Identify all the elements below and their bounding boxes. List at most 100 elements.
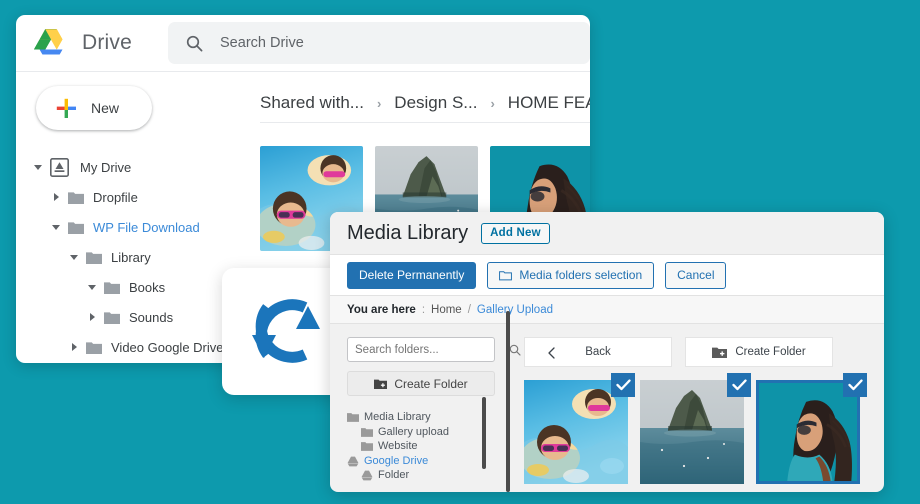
media-tree-item-label: Folder bbox=[378, 469, 410, 482]
create-folder-button-left[interactable]: Create Folder bbox=[347, 371, 495, 396]
drive-brand-label: Drive bbox=[82, 31, 133, 54]
search-folders-field[interactable] bbox=[347, 337, 521, 362]
media-tree-item-label: Website bbox=[378, 440, 418, 453]
folder-icon bbox=[347, 412, 359, 423]
back-button-label: Back bbox=[585, 346, 611, 358]
media-tree-item[interactable]: Folder bbox=[347, 468, 515, 483]
new-button-label: New bbox=[91, 100, 120, 116]
button-label: Delete Permanently bbox=[359, 268, 465, 282]
plus-icon bbox=[56, 98, 77, 119]
cancel-button[interactable]: Cancel bbox=[665, 261, 727, 289]
media-tree-item[interactable]: Google Drive bbox=[347, 454, 515, 469]
drive-search-bar[interactable]: Search Drive bbox=[168, 22, 590, 64]
media-library-toolbar: Delete Permanently Media folders selectio… bbox=[330, 254, 884, 296]
you-are-here-crumb[interactable]: Gallery Upload bbox=[477, 304, 553, 316]
google-drive-icon bbox=[361, 470, 373, 481]
chevron-down-icon[interactable] bbox=[68, 251, 80, 263]
search-folders-input[interactable] bbox=[355, 343, 509, 356]
folder-icon bbox=[68, 191, 84, 204]
breadcrumb-item[interactable]: Design S... bbox=[394, 93, 477, 113]
folder-icon bbox=[86, 251, 102, 264]
checkmark-icon[interactable] bbox=[611, 373, 635, 397]
drive-folder-tree: My Drive Dropfile WP File Download Library B… bbox=[16, 152, 248, 362]
folder-plus-icon bbox=[374, 378, 388, 389]
checkmark-icon[interactable] bbox=[843, 373, 867, 397]
media-tree-item-label: Google Drive bbox=[364, 454, 429, 467]
drive-tree-item-label: Library bbox=[111, 249, 151, 265]
chevron-down-icon[interactable] bbox=[50, 221, 62, 233]
media-library-right-panel: Back Create Folder bbox=[506, 311, 884, 492]
breadcrumb: Shared with... › Design S... › HOME FEA bbox=[260, 72, 590, 122]
drive-tree-item[interactable]: Books bbox=[16, 272, 248, 302]
crumb-separator: / bbox=[467, 303, 471, 316]
media-library-window: Media Library Add New Delete Permanently… bbox=[330, 212, 884, 492]
google-drive-logo bbox=[34, 28, 68, 58]
drive-tree-item[interactable]: My Drive bbox=[16, 152, 248, 182]
chevron-right-icon[interactable] bbox=[86, 311, 98, 323]
you-are-here-crumbs: Home / Gallery Upload bbox=[431, 304, 553, 316]
media-library-content: Create Folder Media LibraryGallery uploa… bbox=[330, 311, 884, 492]
you-are-here-label: You are here bbox=[347, 303, 416, 316]
drive-tree-item-label: WP File Download bbox=[93, 219, 200, 235]
drive-tree-item-label: My Drive bbox=[80, 159, 132, 175]
breadcrumb-separator: › bbox=[490, 95, 495, 111]
drive-tree-item-label: Books bbox=[129, 279, 166, 295]
new-button[interactable]: New bbox=[36, 86, 152, 130]
you-are-here-crumb[interactable]: Home bbox=[431, 304, 462, 316]
breadcrumb-item[interactable]: Shared with... bbox=[260, 93, 364, 113]
button-label: Cancel bbox=[677, 268, 715, 282]
media-tree-item[interactable]: Website bbox=[347, 439, 515, 454]
media-item[interactable] bbox=[756, 373, 867, 484]
media-library-left-panel: Create Folder Media LibraryGallery uploa… bbox=[330, 324, 521, 492]
folder-icon bbox=[361, 427, 373, 437]
left-panel-scrollbar[interactable] bbox=[482, 397, 486, 469]
drive-tree-item[interactable]: Library bbox=[16, 242, 248, 272]
chevron-left-icon bbox=[547, 347, 556, 359]
you-are-here-colon: : bbox=[421, 303, 426, 316]
search-icon bbox=[186, 35, 203, 52]
folder-icon bbox=[104, 311, 120, 324]
google-drive-icon bbox=[347, 456, 359, 467]
folder-icon bbox=[86, 341, 102, 354]
create-folder-label-left: Create Folder bbox=[394, 376, 468, 391]
add-new-button[interactable]: Add New bbox=[481, 222, 550, 244]
media-grid bbox=[520, 373, 884, 484]
chevron-down-icon[interactable] bbox=[32, 161, 44, 173]
folder-icon bbox=[361, 441, 373, 452]
drive-search-placeholder: Search Drive bbox=[220, 35, 304, 51]
right-panel-scrollbar[interactable] bbox=[506, 311, 510, 492]
checkmark-icon[interactable] bbox=[727, 373, 751, 397]
media-library-folder-tree: Media Library Gallery upload Website Google… bbox=[347, 410, 515, 483]
media-tree-item[interactable]: Gallery upload bbox=[347, 425, 515, 440]
drive-tree-item[interactable]: Sounds bbox=[16, 302, 248, 332]
you-are-here-bar: You are here : Home / Gallery Upload bbox=[330, 296, 884, 324]
drive-top-bar: Drive Search Drive bbox=[16, 15, 590, 72]
page-title: Media Library bbox=[347, 221, 469, 244]
breadcrumb-item[interactable]: HOME FEA bbox=[508, 93, 590, 113]
drive-tree-item[interactable]: WP File Download bbox=[16, 212, 248, 242]
button-label: Media folders selection bbox=[519, 268, 643, 282]
folder-icon bbox=[104, 281, 120, 294]
media-tree-item-label: Media Library bbox=[364, 411, 431, 424]
media-item-thumbnail bbox=[759, 383, 857, 481]
drive-sidebar: New My Drive Dropfile WP File Download Libr… bbox=[16, 72, 248, 363]
back-button[interactable]: Back bbox=[524, 337, 672, 367]
chevron-down-icon[interactable] bbox=[86, 281, 98, 293]
right-panel-buttons: Back Create Folder bbox=[524, 337, 884, 367]
drive-tree-item-label: Video Google Drive bbox=[111, 339, 224, 355]
drive-tree-item-label: Sounds bbox=[129, 309, 174, 325]
create-folder-button-right[interactable]: Create Folder bbox=[685, 337, 833, 367]
chevron-right-icon[interactable] bbox=[68, 341, 80, 353]
media-tree-item[interactable]: Media Library bbox=[347, 410, 515, 425]
folder-icon bbox=[68, 221, 84, 234]
folder-plus-icon bbox=[712, 346, 728, 358]
media-item[interactable] bbox=[640, 373, 751, 484]
drive-badge-icon bbox=[50, 157, 69, 177]
chevron-right-icon[interactable] bbox=[50, 191, 62, 203]
drive-tree-item[interactable]: Dropfile bbox=[16, 182, 248, 212]
drive-tree-item[interactable]: Video Google Drive bbox=[16, 332, 248, 362]
create-folder-label-right: Create Folder bbox=[735, 346, 806, 358]
media-item[interactable] bbox=[520, 373, 635, 484]
media-folders-selection-button[interactable]: Media folders selection bbox=[487, 261, 655, 289]
delete-permanently-button[interactable]: Delete Permanently bbox=[347, 261, 477, 289]
